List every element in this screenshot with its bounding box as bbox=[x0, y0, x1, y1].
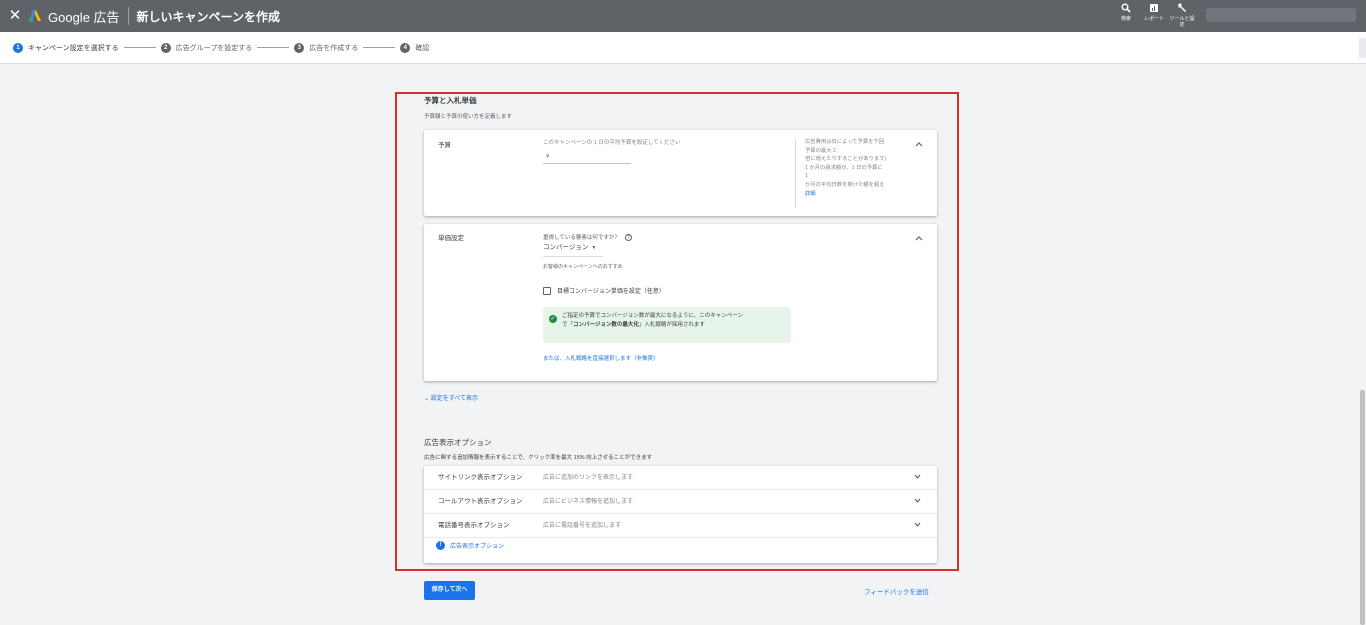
step-number: 4 bbox=[400, 42, 411, 53]
info-line-2: で「コンバージョン数の最大化」入札戦略が採用されます bbox=[562, 321, 791, 330]
extensions-card: サイトリンク表示オプション 広告に追加のリンクを表示します コールアウト表示オプ… bbox=[424, 466, 937, 563]
budget-section-title: 予算と入札単価 bbox=[424, 96, 477, 105]
select-bid-strategy-link[interactable]: または、入札戦略を直接選択します（非推奨） bbox=[543, 354, 659, 362]
target-cpa-checkbox[interactable]: 目標コンバージョン単価を設定（任意） bbox=[543, 286, 665, 295]
wrench-icon bbox=[1168, 3, 1196, 15]
checkbox-icon bbox=[543, 286, 551, 295]
step-connector bbox=[123, 47, 156, 48]
call-extension-row[interactable]: 電話番号表示オプション 広告に電話番号を追加します bbox=[424, 514, 937, 538]
bidding-question-text: 重視している要素は何ですか？ bbox=[543, 235, 620, 241]
step-number: 1 bbox=[13, 42, 23, 53]
extension-name: サイトリンク表示オプション bbox=[438, 474, 523, 481]
currency-symbol: ¥ bbox=[546, 154, 550, 160]
extension-desc: 広告に追加のリンクを表示します bbox=[543, 475, 634, 481]
extension-name: 電話番号表示オプション bbox=[438, 522, 510, 529]
chevron-down-icon bbox=[914, 490, 921, 514]
progress-stepper: 1 キャンペーン設定を選択する 2 広告グループを設定する 3 広告を作成する … bbox=[0, 32, 1366, 64]
step-number: 3 bbox=[294, 42, 305, 53]
extension-name: コールアウト表示オプション bbox=[438, 498, 523, 505]
extensions-subtitle: 広告に関する追加情報を表示することで、クリック率を最大 15% 向上させることが… bbox=[424, 455, 653, 461]
chevron-down-icon bbox=[914, 466, 921, 490]
info-strategy-name: コンバージョン数の最大化 bbox=[573, 322, 639, 328]
report-icon bbox=[1140, 3, 1168, 15]
target-cpa-label: 目標コンバージョン単価を設定（任意） bbox=[557, 289, 665, 295]
step-connector bbox=[363, 47, 396, 48]
budget-help-line: 1 bbox=[805, 173, 808, 180]
callout-extension-row[interactable]: コールアウト表示オプション 広告にビジネス情報を追加します bbox=[424, 490, 937, 514]
top-app-bar: ✕ Google 広告 新しいキャンペーンを作成 検索 レポート ツールと設定 bbox=[0, 0, 1366, 32]
budget-help-line: 広告費用は日によって予算を下回 bbox=[805, 139, 885, 145]
show-all-label: 設定をすべて表示 bbox=[430, 396, 479, 402]
budget-hint: このキャンペーンの 1 日の平均予算を設定してください bbox=[543, 140, 681, 146]
bidding-recommendation: お客様のキャンペーンへのおすすめ bbox=[543, 264, 623, 270]
step-create-ad[interactable]: 3 広告を作成する bbox=[294, 42, 359, 53]
step-label: キャンペーン設定を選択する bbox=[28, 44, 119, 52]
budget-help-line: 1 か月の請求額が、1 日の予算に bbox=[805, 164, 883, 171]
step-label: 広告グループを設定する bbox=[175, 44, 253, 52]
info-prefix: で「 bbox=[562, 322, 574, 328]
extension-desc: 広告に電話番号を追加します bbox=[543, 523, 622, 529]
step-label: 広告を作成する bbox=[309, 44, 359, 52]
info-icon: ! bbox=[436, 541, 445, 550]
extensions-info-link[interactable]: ! 広告表示オプション bbox=[436, 541, 504, 550]
info-suffix: 」入札戦略が採用されます bbox=[638, 322, 705, 328]
budget-section-subtitle: 予算額と予算の使い方を定義します bbox=[424, 114, 513, 120]
dropdown-caret-icon: ▼ bbox=[591, 245, 597, 251]
step-campaign-settings[interactable]: 1 キャンペーン設定を選択する bbox=[13, 42, 119, 53]
chevron-up-icon[interactable] bbox=[914, 139, 924, 149]
extensions-title: 広告表示オプション bbox=[424, 438, 492, 447]
step-ad-group[interactable]: 2 広告グループを設定する bbox=[160, 42, 253, 53]
bidding-label: 単価設定 bbox=[438, 235, 464, 242]
scrollbar-top bbox=[1359, 38, 1366, 58]
budget-details-link[interactable]: 詳細 bbox=[805, 190, 913, 199]
account-info-blurred[interactable] bbox=[1206, 8, 1356, 22]
page-title: 新しいキャンペーンを作成 bbox=[136, 9, 280, 24]
bidding-focus-value: コンバージョン bbox=[543, 244, 589, 251]
product-name: Google 広告 bbox=[48, 9, 120, 25]
report-button[interactable]: レポート bbox=[1140, 3, 1168, 28]
tools-label: ツールと設定 bbox=[1169, 16, 1195, 28]
step-label: 確認 bbox=[415, 44, 430, 52]
step-connector bbox=[257, 47, 290, 48]
budget-label: 予算 bbox=[438, 142, 451, 149]
bidding-strategy-info: ✓ ご指定の予算でコンバージョン数が最大になるように、このキャンペーン で「コン… bbox=[543, 307, 791, 343]
budget-help-line: か月の平均日数を掛けた額を超え bbox=[805, 181, 885, 188]
save-and-continue-button[interactable]: 保存して次へ bbox=[424, 581, 475, 600]
search-button[interactable]: 検索 bbox=[1112, 3, 1140, 28]
close-icon[interactable]: ✕ bbox=[8, 0, 22, 32]
step-number: 2 bbox=[160, 42, 171, 53]
toolbar: 検索 レポート ツールと設定 bbox=[1112, 3, 1196, 28]
extensions-footer-label: 広告表示オプション bbox=[450, 544, 505, 550]
step-review[interactable]: 4 確認 bbox=[400, 42, 430, 53]
budget-card: 予算 このキャンペーンの 1 日の平均予算を設定してください ¥ 広告費用は日に… bbox=[424, 130, 937, 216]
main-content: 予算と入札単価 予算額と予算の使い方を定義します 予算 このキャンペーンの 1 … bbox=[424, 95, 938, 563]
check-circle-icon: ✓ bbox=[549, 315, 557, 323]
budget-help-line: 倍に増えたりすることがあります) bbox=[805, 156, 887, 163]
report-label: レポート bbox=[1143, 16, 1164, 22]
help-icon[interactable]: ? bbox=[624, 233, 632, 241]
sitelink-extension-row[interactable]: サイトリンク表示オプション 広告に追加のリンクを表示します bbox=[424, 466, 937, 490]
chevron-up-icon[interactable] bbox=[914, 233, 924, 243]
google-ads-logo bbox=[28, 9, 42, 23]
send-feedback-link[interactable]: フィードバックを送信 bbox=[864, 586, 929, 596]
bidding-focus-select[interactable]: コンバージョン ▼ bbox=[543, 243, 603, 257]
budget-help-panel: 広告費用は日によって予算を下回 予算の最大 2 倍に増えたりすることがあります)… bbox=[795, 138, 913, 208]
extension-desc: 広告にビジネス情報を追加します bbox=[543, 499, 634, 505]
budget-input[interactable]: ¥ bbox=[543, 150, 631, 164]
search-icon bbox=[1112, 3, 1140, 15]
title-divider bbox=[127, 7, 129, 25]
search-label: 検索 bbox=[1120, 16, 1131, 22]
tools-settings-button[interactable]: ツールと設定 bbox=[1168, 3, 1196, 28]
info-line-1: ご指定の予算でコンバージョン数が最大になるように、このキャンペーン bbox=[562, 313, 743, 319]
scrollbar-thumb[interactable] bbox=[1360, 390, 1365, 625]
chevron-down-icon bbox=[914, 514, 921, 538]
bidding-card: 単価設定 重視している要素は何ですか？ ? コンバージョン ▼ お客様のキャンペー… bbox=[424, 224, 937, 381]
show-all-settings-link[interactable]: ⌄ 設定をすべて表示 bbox=[424, 393, 478, 402]
bidding-question: 重視している要素は何ですか？ ? bbox=[543, 233, 632, 241]
budget-help-line: 予算の最大 2 bbox=[805, 147, 836, 154]
chevron-down-icon: ⌄ bbox=[424, 396, 431, 402]
